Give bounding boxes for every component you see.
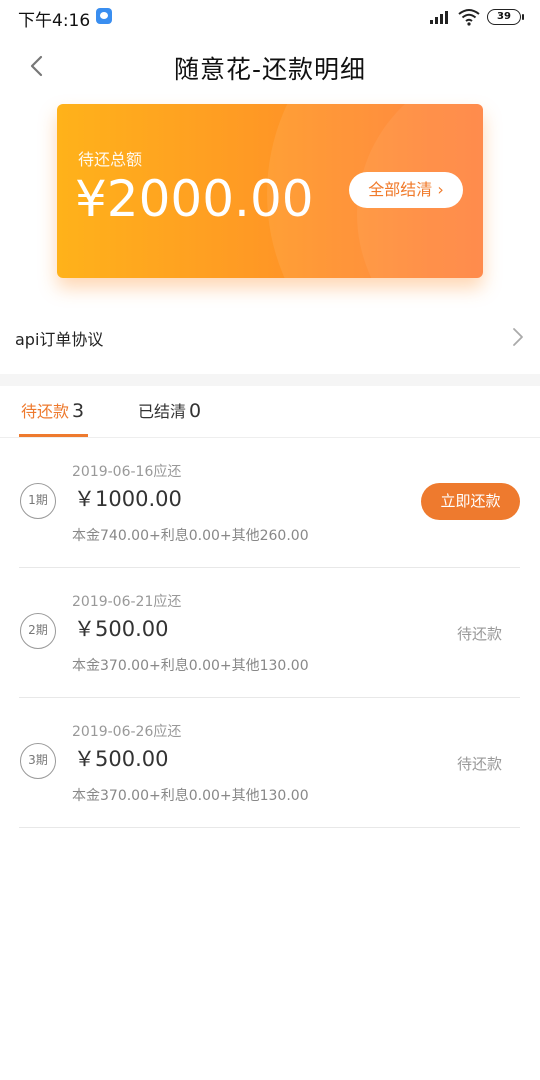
- amount-breakdown: 本金370.00+利息0.00+其他130.00: [72, 658, 309, 674]
- order-agreement-row[interactable]: api订单协议: [0, 316, 540, 360]
- due-date: 2019-06-16应还: [72, 464, 182, 480]
- order-agreement-label: api订单协议: [15, 330, 104, 349]
- due-date: 2019-06-21应还: [72, 594, 182, 610]
- period-badge: 3期: [20, 743, 56, 779]
- repayment-tabs: 待还款 3 已结清 0: [0, 386, 540, 438]
- installment-status: 待还款: [457, 625, 503, 643]
- page-title: 随意花-还款明细: [173, 55, 367, 84]
- chevron-right-icon: ›: [437, 180, 444, 199]
- tab-pending[interactable]: 待还款 3: [21, 398, 84, 438]
- installment-item: 2期 2019-06-21应还 ￥500.00 本金370.00+利息0.00+…: [0, 568, 540, 698]
- installment-status: 待还款: [457, 755, 503, 773]
- installment-item: 3期 2019-06-26应还 ￥500.00 本金370.00+利息0.00+…: [0, 698, 540, 828]
- outstanding-total-amount: ¥2000.00: [75, 170, 314, 228]
- amount-breakdown: 本金370.00+利息0.00+其他130.00: [72, 788, 309, 804]
- wifi-icon: [458, 8, 480, 30]
- message-app-icon: [96, 8, 112, 24]
- tab-pending-count: 3: [72, 400, 85, 422]
- status-bar: 下午4:16 39: [0, 0, 540, 34]
- installment-item: 1期 2019-06-16应还 ￥1000.00 本金740.00+利息0.00…: [0, 438, 540, 568]
- installment-amount: ￥500.00: [74, 617, 169, 641]
- installment-amount: ￥1000.00: [74, 487, 182, 511]
- chevron-right-icon: [510, 326, 526, 352]
- active-tab-indicator: [19, 434, 88, 437]
- outstanding-total-label: 待还总额: [78, 150, 143, 169]
- period-badge: 1期: [20, 483, 56, 519]
- due-date: 2019-06-26应还: [72, 724, 182, 740]
- pay-now-button[interactable]: 立即还款: [421, 483, 520, 520]
- signal-icon: [430, 10, 452, 24]
- tab-pending-label: 待还款: [21, 402, 70, 421]
- tab-settled-count: 0: [189, 400, 202, 422]
- tab-settled[interactable]: 已结清 0: [138, 398, 201, 438]
- installment-amount: ￥500.00: [74, 747, 169, 771]
- battery-indicator: 39: [487, 9, 524, 25]
- tab-settled-label: 已结清: [138, 402, 187, 421]
- settle-all-button[interactable]: 全部结清 ›: [349, 172, 463, 208]
- section-divider: [0, 374, 540, 386]
- outstanding-summary-card: 待还总额 ¥2000.00 全部结清 ›: [57, 104, 483, 278]
- settle-all-label: 全部结清: [368, 180, 433, 199]
- status-time: 下午4:16: [18, 11, 91, 31]
- period-badge: 2期: [20, 613, 56, 649]
- amount-breakdown: 本金740.00+利息0.00+其他260.00: [72, 528, 309, 544]
- list-divider: [19, 827, 520, 828]
